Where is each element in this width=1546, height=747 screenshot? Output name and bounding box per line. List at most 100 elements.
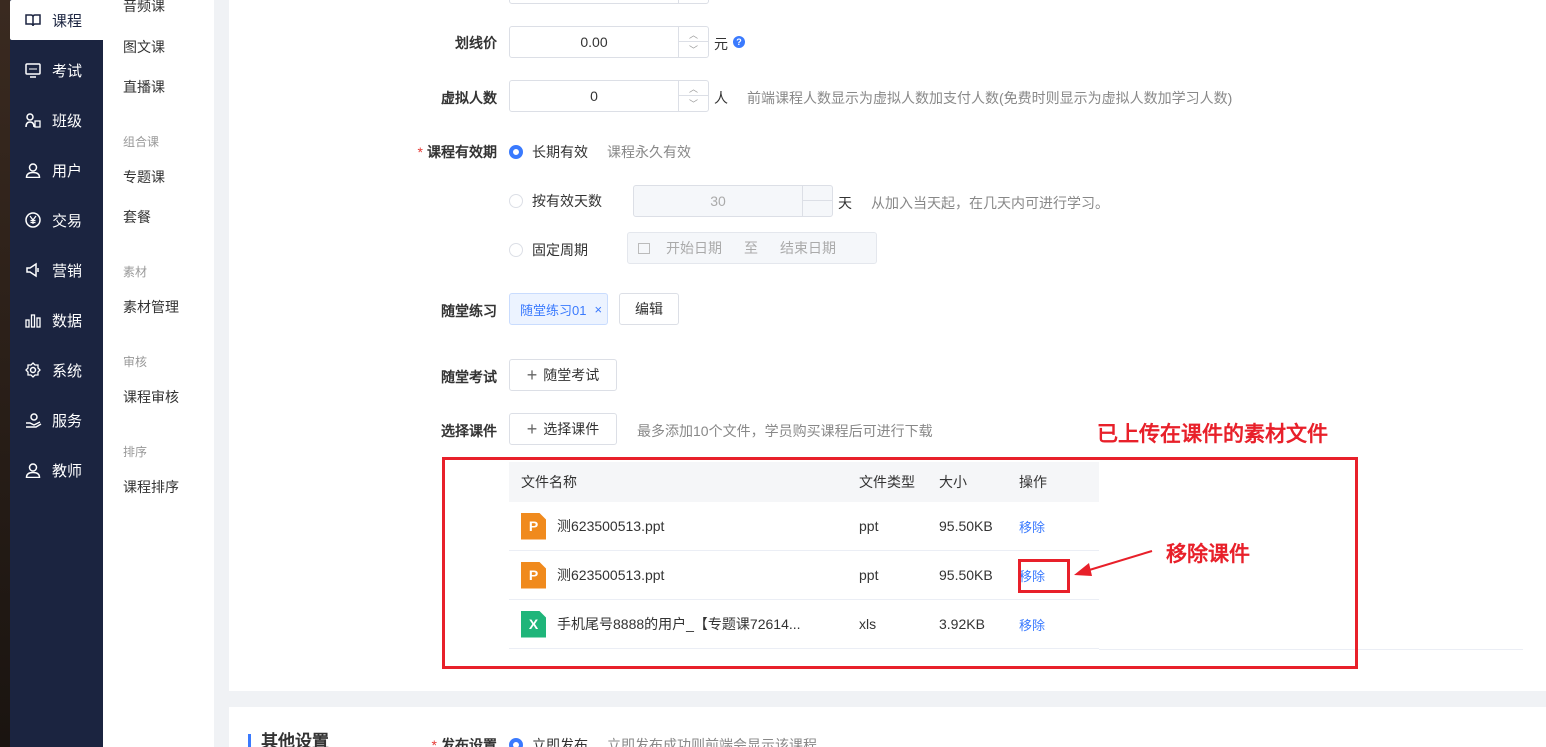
calendar-icon (638, 242, 650, 254)
exam-icon (24, 61, 42, 79)
nav-item-class[interactable]: 班级 (10, 100, 103, 140)
submenu-group-combo: 组合课 (123, 135, 160, 149)
virtual-count-label: 虚拟人数 (441, 90, 497, 106)
nav-item-service[interactable]: 服务 (10, 400, 103, 440)
gear-icon (24, 361, 42, 379)
nav-item-course[interactable]: 课程 (10, 0, 103, 40)
book-icon (24, 11, 42, 29)
bar-chart-icon (24, 311, 42, 329)
nav-label: 服务 (52, 412, 83, 430)
plus-icon: + (526, 419, 538, 439)
validity-label: * 课程有效期 (400, 142, 497, 162)
nav-label: 教师 (52, 462, 83, 480)
chevron-down-icon[interactable]: ﹀ (679, 42, 708, 57)
publish-now-label: 立即发布 (532, 737, 588, 747)
radio-unchecked-icon (509, 194, 523, 208)
publish-label: * 发布设置 (400, 735, 497, 747)
annotation-arrow-icon (1074, 550, 1153, 576)
practice-tag: 随堂练习01 × (509, 293, 608, 325)
nav-label: 用户 (52, 162, 83, 180)
virtual-count-hint: 前端课程人数显示为虚拟人数加支付人数(免费时则显示为虚拟人数加学习人数) (747, 90, 1233, 106)
teacher-icon (24, 461, 42, 479)
help-icon[interactable]: ? (733, 36, 745, 48)
courseware-label: 选择课件 (441, 423, 497, 439)
strike-price-input[interactable]: 0.00 ︿ ﹀ (509, 26, 709, 58)
date-range-picker[interactable]: 开始日期 至 结束日期 (627, 232, 877, 264)
nav-item-system[interactable]: 系统 (10, 350, 103, 390)
submenu-item-course-sort[interactable]: 课程排序 (123, 477, 179, 497)
publish-hint: 立即发布成功则前端会显示该课程 (607, 737, 817, 747)
class-icon (24, 111, 42, 129)
validity-days-input[interactable]: 30 (633, 185, 833, 217)
select-courseware-button[interactable]: + 选择课件 (509, 413, 617, 445)
validity-days-stepper[interactable] (802, 186, 832, 216)
nav-item-teacher[interactable]: 教师 (10, 450, 103, 490)
virtual-count-stepper[interactable]: ︿ ﹀ (678, 81, 708, 111)
megaphone-icon (24, 261, 42, 279)
required-mark: * (417, 144, 423, 160)
submenu-item-package[interactable]: 套餐 (123, 207, 151, 227)
practice-tag-text: 随堂练习01 (520, 302, 587, 318)
price-input-partial[interactable] (509, 0, 709, 4)
virtual-count-unit: 人 (714, 90, 728, 106)
validity-fixed-label: 固定周期 (532, 242, 588, 258)
validity-days-value: 30 (710, 193, 726, 209)
submenu-item-material-manage[interactable]: 素材管理 (123, 297, 179, 317)
publish-label-text: 发布设置 (441, 737, 497, 747)
user-icon (24, 161, 42, 179)
submenu-item-imgtext[interactable]: 图文课 (123, 37, 165, 57)
section-title: 其他设置 (248, 733, 329, 747)
practice-edit-button[interactable]: 编辑 (619, 293, 679, 325)
add-exam-label: 随堂考试 (543, 367, 600, 383)
validity-long-radio[interactable]: 长期有效 (509, 142, 588, 162)
plus-icon: + (526, 365, 538, 385)
nav-label: 课程 (52, 12, 83, 30)
chevron-up-icon[interactable]: ︿ (679, 81, 708, 96)
exam-label: 随堂考试 (441, 369, 497, 385)
validity-days-radio[interactable]: 按有效天数 (509, 191, 602, 211)
select-courseware-label: 选择课件 (543, 421, 600, 437)
validity-days-hint: 从加入当天起，在几天内可进行学习。 (871, 195, 1109, 211)
submenu-group-sort: 排序 (123, 445, 148, 459)
strike-price-unit: 元 (714, 36, 728, 52)
submenu-group-review: 审核 (123, 355, 148, 369)
validity-fixed-radio[interactable]: 固定周期 (509, 240, 588, 260)
start-date-field[interactable]: 开始日期 (666, 238, 722, 258)
submenu-item-course-review[interactable]: 课程审核 (123, 387, 179, 407)
nav-item-data[interactable]: 数据 (10, 300, 103, 340)
nav-label: 数据 (52, 312, 83, 330)
chevron-up-icon[interactable]: ︿ (679, 27, 708, 42)
chevron-down-icon[interactable]: ﹀ (679, 96, 708, 111)
validity-long-label: 长期有效 (532, 144, 588, 160)
validity-days-label: 按有效天数 (532, 193, 602, 209)
radio-unchecked-icon (509, 243, 523, 257)
end-date-field[interactable]: 结束日期 (780, 238, 836, 258)
nav-label: 营销 (52, 262, 83, 280)
nav-label: 交易 (52, 212, 83, 230)
main-nav: 课程 考试 班级 用户 交易 营销 数据 系统 服务 教师 (0, 0, 103, 747)
strike-price-stepper[interactable]: ︿ ﹀ (678, 27, 708, 57)
submenu-item-topic[interactable]: 专题课 (123, 167, 165, 187)
nav-label: 系统 (52, 362, 83, 380)
nav-label: 考试 (52, 62, 83, 80)
nav-item-trade[interactable]: 交易 (10, 200, 103, 240)
required-mark: * (431, 737, 437, 747)
publish-now-radio[interactable]: 立即发布 (509, 735, 588, 747)
courseware-hint: 最多添加10个文件，学员购买课程后可进行下载 (637, 423, 933, 439)
close-icon[interactable]: × (594, 302, 602, 317)
submenu-item-live[interactable]: 直播课 (123, 77, 165, 97)
radio-checked-icon (509, 145, 523, 159)
validity-long-hint: 课程永久有效 (607, 144, 691, 160)
annotation-remove-box (1018, 559, 1070, 593)
radio-checked-icon (509, 738, 523, 747)
submenu-item-audio[interactable]: 音频课 (123, 0, 165, 16)
nav-item-marketing[interactable]: 营销 (10, 250, 103, 290)
sub-menu: 音频课 图文课 直播课 组合课 专题课 套餐 素材 素材管理 审核 课程审核 排… (103, 0, 214, 747)
nav-item-exam[interactable]: 考试 (10, 50, 103, 90)
virtual-count-input[interactable]: 0 ︿ ﹀ (509, 80, 709, 112)
virtual-count-value: 0 (590, 88, 598, 104)
practice-label: 随堂练习 (441, 303, 497, 319)
nav-item-user[interactable]: 用户 (10, 150, 103, 190)
nav-label: 班级 (52, 112, 83, 130)
add-exam-button[interactable]: + 随堂考试 (509, 359, 617, 391)
